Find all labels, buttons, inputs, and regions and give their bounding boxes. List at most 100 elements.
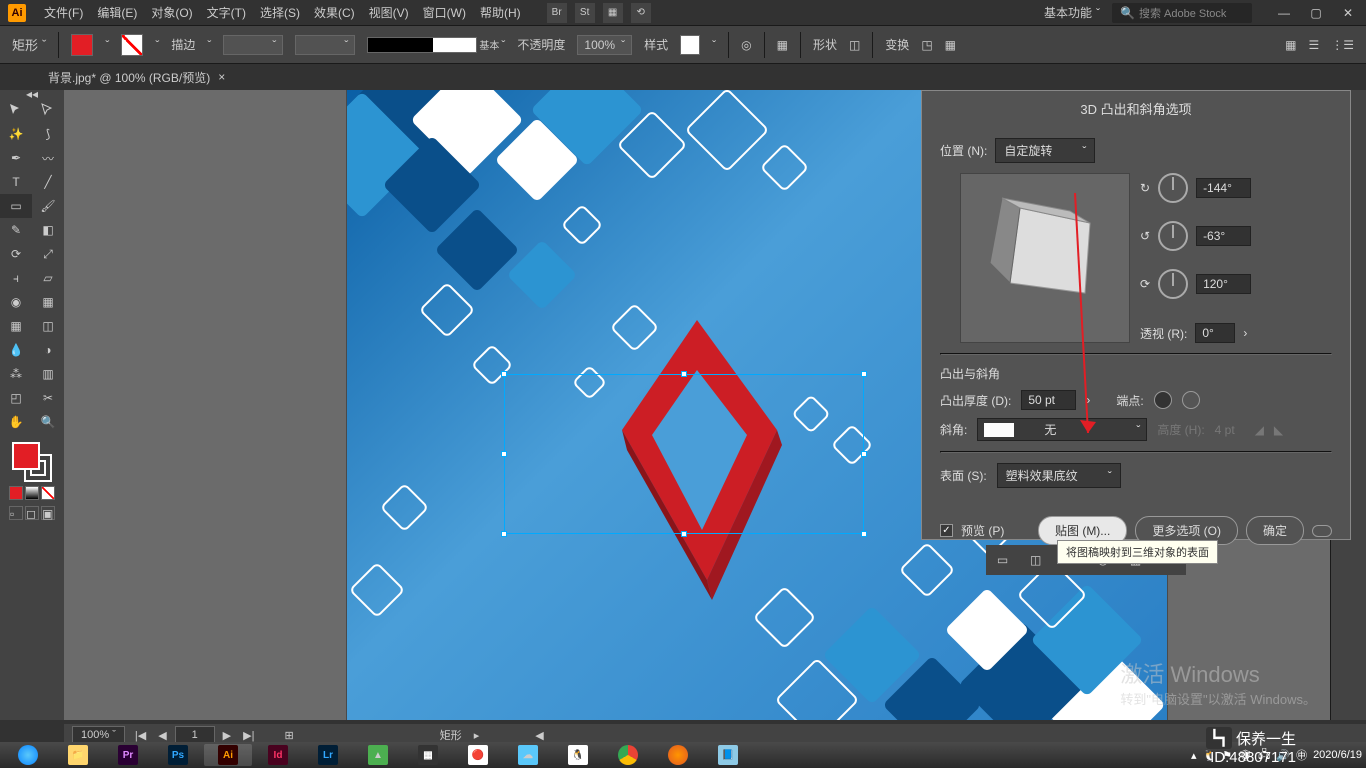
fill-indicator[interactable] xyxy=(12,442,40,470)
pen-tool[interactable]: ✒ xyxy=(0,146,32,170)
eraser-tool[interactable]: ◧ xyxy=(32,218,64,242)
graph-tool[interactable]: ▥ xyxy=(32,362,64,386)
isolate-icon[interactable]: ◫ xyxy=(1030,553,1041,567)
menu-view[interactable]: 视图(V) xyxy=(363,1,415,24)
menu-effect[interactable]: 效果(C) xyxy=(308,1,361,24)
bridge-icon[interactable]: Br xyxy=(547,3,567,23)
task-app-red[interactable]: 🔴 xyxy=(454,744,502,766)
selection-handle[interactable] xyxy=(501,531,507,537)
slice-tool[interactable]: ✂ xyxy=(32,386,64,410)
task-app-cloud[interactable]: ☁ xyxy=(504,744,552,766)
shape-panel-icon[interactable]: ◫ xyxy=(849,38,860,52)
artboard-tool[interactable]: ◰ xyxy=(0,386,32,410)
prev-page-button[interactable]: ◀ xyxy=(154,727,170,744)
chevron-down-icon[interactable]: ˇ xyxy=(105,38,109,52)
menu-window[interactable]: 窗口(W) xyxy=(417,1,472,24)
stock-search[interactable]: 🔍 搜索 Adobe Stock xyxy=(1112,3,1252,23)
brush-stroke-dropdown[interactable]: 基本 ˇ xyxy=(367,37,505,53)
tab-close-icon[interactable]: × xyxy=(218,70,225,84)
task-premiere[interactable]: Pr xyxy=(104,744,152,766)
nav-icon[interactable]: ⊞ xyxy=(284,729,293,742)
stroke-swatch[interactable] xyxy=(121,34,143,56)
graphic-style-swatch[interactable] xyxy=(680,35,700,55)
rectangle-tool[interactable]: ▭ xyxy=(0,194,32,218)
brush-tool[interactable]: 🖌 xyxy=(32,194,64,218)
task-lightroom[interactable]: Lr xyxy=(304,744,352,766)
type-tool[interactable]: T xyxy=(0,170,32,194)
rotate-tool[interactable]: ⟳ xyxy=(0,242,32,266)
last-page-button[interactable]: ▶| xyxy=(239,727,258,744)
more-icon[interactable]: ⋮☰ xyxy=(1331,38,1354,52)
gpu-icon[interactable]: ⟲ xyxy=(631,3,651,23)
task-illustrator[interactable]: Ai xyxy=(204,744,252,766)
surface-dropdown[interactable]: 塑料效果底纹 ˇ xyxy=(997,463,1121,488)
menu-help[interactable]: 帮助(H) xyxy=(474,1,527,24)
blend-tool[interactable]: ◑ xyxy=(32,338,64,362)
direct-selection-tool[interactable] xyxy=(32,98,64,122)
bevel-dropdown[interactable]: 无 ˇ xyxy=(977,418,1147,441)
menu-edit[interactable]: 编辑(E) xyxy=(91,1,143,24)
angle-dial-y[interactable] xyxy=(1158,221,1188,251)
draw-normal[interactable]: ▫ xyxy=(9,506,23,520)
toolbox-expand[interactable]: ◂◂ xyxy=(14,90,50,98)
task-photoshop[interactable]: Ps xyxy=(154,744,202,766)
selection-tool[interactable] xyxy=(0,98,32,122)
perspective-tool[interactable]: ▦ xyxy=(32,290,64,314)
mesh-tool[interactable]: ▦ xyxy=(0,314,32,338)
task-indesign[interactable]: Id xyxy=(254,744,302,766)
shaper-tool[interactable]: ✎ xyxy=(0,218,32,242)
workspace-switcher[interactable]: 基本功能 ˇ xyxy=(1044,4,1100,21)
status-expand-icon[interactable]: ▸ xyxy=(474,729,480,742)
ok-button[interactable]: 确定 xyxy=(1246,516,1304,545)
shape-builder-tool[interactable]: ◉ xyxy=(0,290,32,314)
line-tool[interactable]: ╱ xyxy=(32,170,64,194)
selection-handle[interactable] xyxy=(861,531,867,537)
scale-tool[interactable]: ⤢ xyxy=(32,242,64,266)
doc-setup-icon[interactable]: ▦ xyxy=(1285,38,1296,52)
menu-type[interactable]: 文字(T) xyxy=(201,1,252,24)
task-app-green[interactable]: ▲ xyxy=(354,744,402,766)
cancel-button[interactable] xyxy=(1312,525,1332,537)
tray-ime-icon[interactable]: ㊥ xyxy=(1296,747,1307,763)
draw-inside[interactable]: ▣ xyxy=(41,506,55,520)
stock-icon[interactable]: St xyxy=(575,3,595,23)
fill-swatch[interactable] xyxy=(71,34,93,56)
scrollbar-left[interactable]: ◀ xyxy=(535,729,543,742)
align-icon[interactable]: ▦ xyxy=(777,38,788,52)
next-page-button[interactable]: ▶ xyxy=(219,727,235,744)
stroke-weight-dropdown[interactable]: ˇ xyxy=(223,35,283,55)
magic-wand-tool[interactable]: ✨ xyxy=(0,122,32,146)
width-tool[interactable]: ⫞ xyxy=(0,266,32,290)
gradient-tool[interactable]: ◫ xyxy=(32,314,64,338)
color-mode[interactable] xyxy=(9,486,23,500)
selection-handle[interactable] xyxy=(501,451,507,457)
document-tab[interactable]: 背景.jpg* @ 100% (RGB/预览) × xyxy=(38,65,235,90)
angle-dial-z[interactable] xyxy=(1158,269,1188,299)
preview-checkbox[interactable] xyxy=(940,524,953,537)
draw-behind[interactable]: ◻ xyxy=(25,506,39,520)
transform-icon1[interactable]: ◳ xyxy=(921,38,932,52)
zoom-tool[interactable]: 🔍 xyxy=(32,410,64,434)
angle-dial-x[interactable] xyxy=(1158,173,1188,203)
lasso-tool[interactable]: ⟆ xyxy=(32,122,64,146)
tray-expand-icon[interactable]: ▴ xyxy=(1191,749,1197,762)
position-dropdown[interactable]: 自定旋转 ˇ xyxy=(995,138,1095,163)
cap-off-icon[interactable] xyxy=(1182,391,1200,409)
perspective-stepper[interactable]: › xyxy=(1243,326,1247,340)
cap-on-icon[interactable] xyxy=(1154,391,1172,409)
task-explorer[interactable]: 📁 xyxy=(54,744,102,766)
tray-date[interactable]: 2020/6/19 xyxy=(1313,749,1362,761)
minimize-button[interactable]: — xyxy=(1274,3,1294,23)
menu-object[interactable]: 对象(O) xyxy=(145,1,198,24)
edit-mode-icon[interactable]: ▭ xyxy=(997,553,1008,567)
prefs-icon[interactable]: ☰ xyxy=(1308,38,1319,52)
curvature-tool[interactable]: 〰 xyxy=(32,146,64,170)
gradient-mode[interactable] xyxy=(25,486,39,500)
stroke-profile-dropdown[interactable]: ˇ xyxy=(295,35,355,55)
transform-label[interactable]: 变换 xyxy=(885,36,909,53)
menu-file[interactable]: 文件(F) xyxy=(38,1,89,24)
chevron-down-icon[interactable]: ˇ xyxy=(712,38,716,52)
task-chrome[interactable] xyxy=(604,744,652,766)
transform-icon2[interactable]: ▦ xyxy=(945,38,956,52)
selection-handle[interactable] xyxy=(861,371,867,377)
